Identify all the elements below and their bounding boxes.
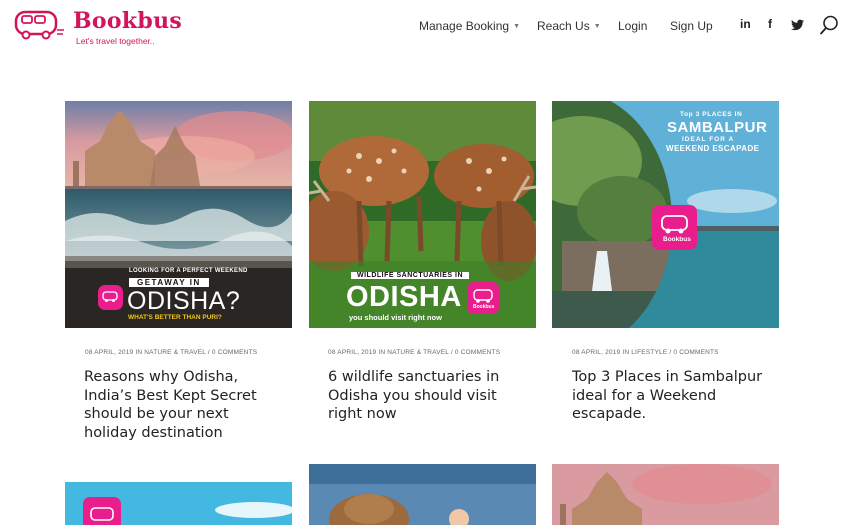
image-text-line2: SAMBALPUR: [667, 119, 768, 136]
nav-login[interactable]: Login: [618, 19, 647, 33]
post-title[interactable]: 6 wildlife sanctuaries in Odisha you sho…: [328, 368, 528, 424]
linkedin-icon[interactable]: in: [740, 17, 751, 31]
nav-signup-label: Sign Up: [670, 19, 713, 33]
chevron-down-icon: ▼: [593, 23, 601, 31]
nav-reach-us[interactable]: Reach Us ▼: [537, 19, 601, 33]
post-image-next-3[interactable]: [552, 464, 779, 525]
image-text-line3: IDEAL FOR A: [682, 136, 735, 143]
post-title[interactable]: Top 3 Places in Sambalpur ideal for a We…: [572, 368, 772, 424]
image-text-line1: WILDLIFE SANCTUARIES IN: [351, 272, 469, 279]
image-text-line1: Top 3 PLACES IN: [680, 111, 743, 118]
badge-text: Bookbus: [473, 304, 495, 310]
twitter-icon[interactable]: [791, 19, 804, 31]
bus-logo-icon: [661, 215, 688, 234]
post-image-wildlife[interactable]: WILDLIFE SANCTUARIES IN ODISHA you shoul…: [309, 101, 536, 328]
image-text-line3: ODISHA?: [127, 287, 241, 315]
bookbus-badge: Bookbus: [467, 282, 499, 314]
post-image-sambalpur[interactable]: Top 3 PLACES IN SAMBALPUR IDEAL FOR A WE…: [552, 101, 779, 328]
bookbus-badge: [83, 497, 121, 525]
badge-text: Bookbus: [663, 236, 691, 243]
bus-logo-icon: [102, 291, 118, 302]
image-text-line3: you should visit right now: [349, 313, 442, 322]
post-meta: 08 April, 2019 in Lifestyle / 0 Comments: [572, 349, 719, 356]
bookbus-badge: Bookbus: [652, 205, 697, 250]
post-title[interactable]: Reasons why Odisha, India’s Best Kept Se…: [84, 368, 284, 442]
nav-manage-booking[interactable]: Manage Booking ▼: [419, 19, 520, 33]
image-text-line2: GETAWAY IN: [129, 278, 209, 287]
nav-manage-booking-label: Manage Booking: [419, 19, 510, 33]
post-meta: 08 April, 2019 in Nature & Travel / 0 Co…: [85, 349, 258, 356]
nav-login-label: Login: [618, 19, 648, 33]
search-icon[interactable]: [818, 14, 840, 36]
image-text-line2: ODISHA: [346, 281, 462, 313]
image-text-line4: WEEKEND ESCAPADE: [666, 144, 760, 153]
site-header: Bookbus Let's travel together.. Manage B…: [0, 0, 850, 52]
post-image-next-1[interactable]: [65, 482, 292, 525]
chevron-down-icon: ▼: [513, 23, 521, 31]
bus-logo-icon: [90, 507, 114, 521]
brand-name: Bookbus: [73, 8, 183, 34]
brand-logo[interactable]: Bookbus Let's travel together..: [13, 6, 182, 46]
nav-signup[interactable]: Sign Up: [670, 19, 713, 33]
facebook-icon[interactable]: f: [768, 17, 772, 31]
post-image-odisha-getaway[interactable]: LOOKING FOR A PERFECT WEEKEND GETAWAY IN…: [65, 101, 292, 328]
bookbus-badge: [98, 285, 123, 310]
post-meta: 08 April, 2019 in Nature & Travel / 0 Co…: [328, 349, 501, 356]
post-image-next-2[interactable]: [309, 464, 536, 525]
temple-illustration: [552, 464, 779, 525]
nav-reach-us-label: Reach Us: [537, 19, 590, 33]
image-text-line4: WHAT'S BETTER THAN PURI?: [128, 314, 222, 321]
bus-logo-icon: [14, 10, 64, 40]
image-text-line1: LOOKING FOR A PERFECT WEEKEND: [129, 268, 248, 274]
hat-illustration: [309, 464, 536, 525]
brand-tagline: Let's travel together..: [76, 36, 155, 46]
